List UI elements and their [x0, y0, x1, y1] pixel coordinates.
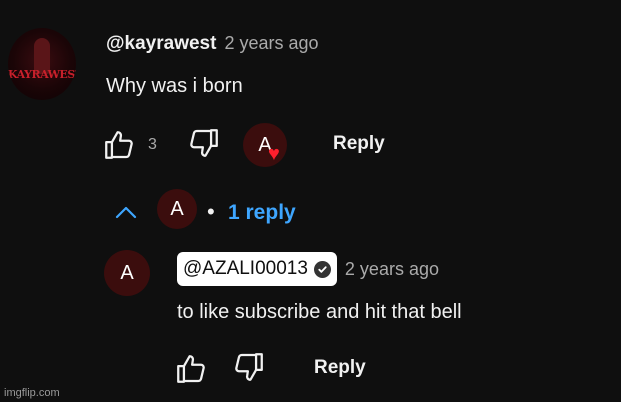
- comment-text: Why was i born: [106, 75, 243, 97]
- reply-timestamp[interactable]: 2 years ago: [345, 259, 439, 280]
- comment-header: @kayrawest 2 years ago: [106, 33, 319, 55]
- thumbs-up-icon: [177, 355, 205, 383]
- verified-badge-icon: [313, 260, 331, 278]
- thumbs-down-icon: [235, 353, 263, 381]
- reply-author-initial: A: [120, 261, 134, 284]
- commenter-avatar[interactable]: KAYRAWEST: [8, 28, 76, 100]
- heart-icon: ♥: [268, 143, 280, 165]
- like-count: 3: [148, 136, 157, 153]
- reply-button[interactable]: Reply: [333, 133, 385, 155]
- replier-avatar-preview: A: [157, 189, 197, 229]
- comment-timestamp[interactable]: 2 years ago: [224, 33, 318, 54]
- reply-text: to like subscribe and hit that bell: [177, 301, 462, 323]
- collapse-replies-button[interactable]: [114, 204, 138, 225]
- like-button[interactable]: [102, 128, 136, 167]
- dislike-button[interactable]: [187, 126, 221, 165]
- reply-author-pill[interactable]: @AZALI00013: [177, 252, 337, 286]
- reply-header: @AZALI00013 2 years ago: [177, 252, 439, 286]
- replies-count-toggle[interactable]: 1 reply: [228, 201, 296, 225]
- comment-author[interactable]: @kayrawest: [106, 33, 216, 55]
- avatar-wordmark: KAYRAWEST: [8, 68, 76, 81]
- reply-reply-button[interactable]: Reply: [314, 357, 366, 379]
- thumbs-down-icon: [190, 129, 218, 157]
- reply-like-button[interactable]: [174, 352, 208, 391]
- reply-author-avatar[interactable]: A: [104, 250, 150, 296]
- watermark: imgflip.com: [4, 387, 60, 399]
- separator-dot: •: [207, 199, 215, 224]
- thumbs-up-icon: [105, 131, 133, 159]
- reply-author: @AZALI00013: [183, 258, 308, 279]
- chevron-up-icon: [115, 206, 137, 219]
- reply-dislike-button[interactable]: [232, 350, 266, 389]
- creator-heart-avatar: A: [243, 123, 287, 167]
- replier-avatar-initial: A: [170, 197, 184, 220]
